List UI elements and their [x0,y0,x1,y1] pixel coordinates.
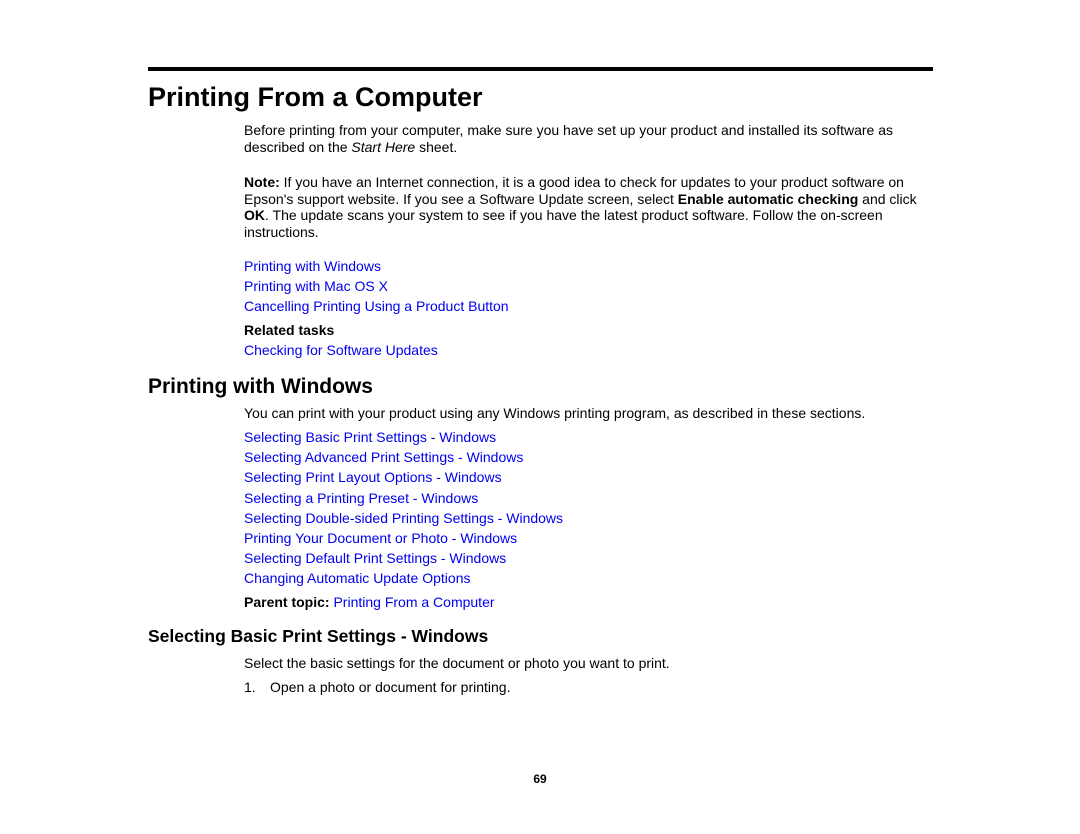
link-print-layout-options[interactable]: Selecting Print Layout Options - Windows [244,467,934,487]
link-parent-topic[interactable]: Printing From a Computer [333,594,494,610]
intro-paragraph: Before printing from your computer, make… [244,122,934,155]
section2-links: Selecting Basic Print Settings - Windows… [244,427,934,612]
link-advanced-print-settings[interactable]: Selecting Advanced Print Settings - Wind… [244,447,934,467]
link-basic-print-settings[interactable]: Selecting Basic Print Settings - Windows [244,427,934,447]
link-printing-preset[interactable]: Selecting a Printing Preset - Windows [244,488,934,508]
link-printing-with-windows[interactable]: Printing with Windows [244,256,934,276]
parent-topic: Parent topic: Printing From a Computer [244,592,934,612]
intro-italic: Start Here [351,138,416,155]
link-automatic-update-options[interactable]: Changing Automatic Update Options [244,568,934,588]
note-bold-option: Enable automatic checking [677,190,859,207]
section-title-printing-windows: Printing with Windows [148,375,373,398]
section3-intro: Select the basic settings for the docume… [244,655,670,671]
page-title: Printing From a Computer [148,82,483,112]
link-printing-document-photo[interactable]: Printing Your Document or Photo - Window… [244,528,934,548]
header-rule [148,67,933,71]
section2-intro: You can print with your product using an… [244,405,866,421]
related-tasks-label: Related tasks [244,321,335,338]
intro-text-end: sheet. [415,138,458,155]
section-title-basic-settings: Selecting Basic Print Settings - Windows [148,626,489,646]
page-number: 69 [533,772,547,786]
step-text: Open a photo or document for printing. [270,679,511,695]
note-bold-ok: OK [244,207,265,223]
note-label: Note: [244,174,280,190]
link-default-print-settings[interactable]: Selecting Default Print Settings - Windo… [244,548,934,568]
note-text: . The update scans your system to see if… [244,207,883,240]
step-number: 1. [244,679,256,695]
link-printing-with-mac[interactable]: Printing with Mac OS X [244,276,934,296]
note-text: and click [858,190,917,207]
section1-links: Printing with Windows Printing with Mac … [244,256,934,360]
note-paragraph: Note: If you have an Internet connection… [244,174,934,240]
link-checking-software-updates[interactable]: Checking for Software Updates [244,340,934,360]
link-cancelling-printing[interactable]: Cancelling Printing Using a Product Butt… [244,296,934,316]
intro-text: Before printing from your computer, make… [244,122,893,155]
parent-topic-label: Parent topic: [244,593,330,610]
link-double-sided-settings[interactable]: Selecting Double-sided Printing Settings… [244,508,934,528]
step-item: 1. Open a photo or document for printing. [244,679,510,695]
